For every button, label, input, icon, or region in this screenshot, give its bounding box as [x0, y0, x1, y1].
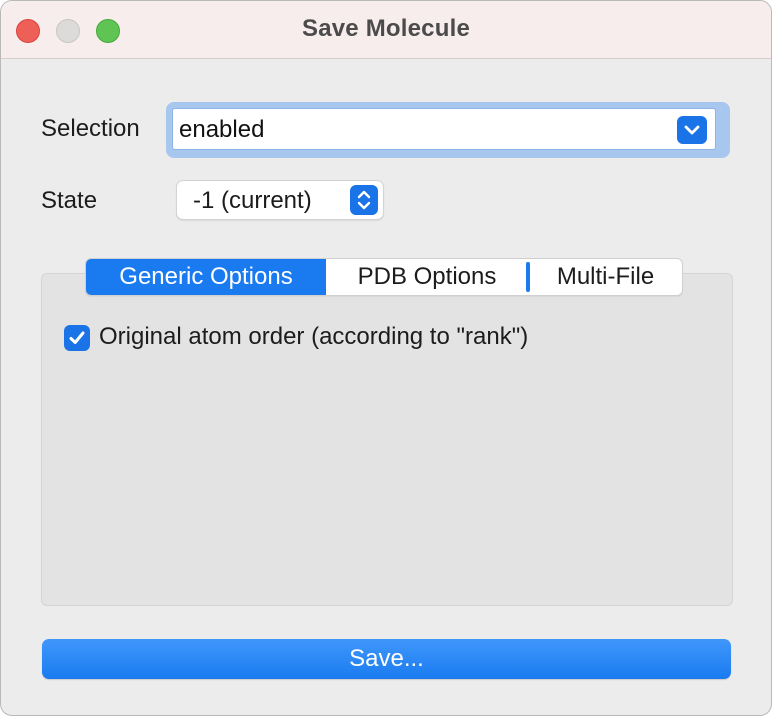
tab-pdb-options[interactable]: PDB Options — [326, 259, 528, 295]
tab-divider — [526, 262, 530, 292]
tab-generic-options[interactable]: Generic Options — [86, 259, 326, 295]
state-value: -1 (current) — [193, 187, 312, 214]
state-stepper-button[interactable] — [350, 185, 378, 215]
selection-value: enabled — [179, 116, 265, 143]
state-label: State — [41, 187, 98, 214]
original-atom-order-label[interactable]: Original atom order (according to "rank"… — [99, 323, 528, 351]
up-down-chevron-icon — [357, 190, 371, 210]
selection-combobox[interactable]: enabled — [166, 102, 730, 158]
chevron-down-icon — [684, 125, 700, 135]
title-bar: Save Molecule — [1, 1, 771, 59]
save-molecule-window: Save Molecule Selection enabled State -1… — [0, 0, 772, 716]
tab-multi-file[interactable]: Multi-File — [528, 259, 682, 295]
selection-field[interactable]: enabled — [172, 108, 716, 150]
window-title: Save Molecule — [301, 15, 470, 42]
original-atom-order-checkbox[interactable] — [64, 325, 90, 351]
state-selector[interactable]: -1 (current) — [176, 180, 384, 220]
selection-dropdown-button[interactable] — [677, 116, 707, 144]
options-tab-bar: Generic Options PDB Options Multi-File — [85, 258, 683, 296]
save-button[interactable]: Save... — [42, 639, 731, 679]
selection-label: Selection — [41, 115, 140, 142]
checkmark-icon — [69, 331, 85, 344]
